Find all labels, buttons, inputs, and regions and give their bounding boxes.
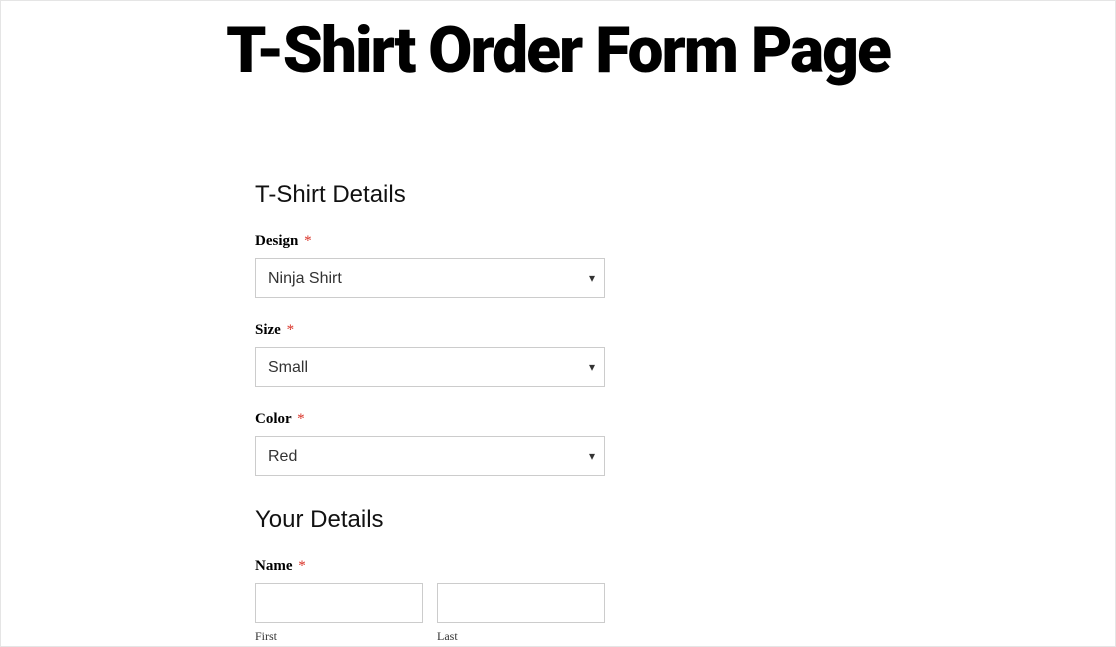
required-asterisk: * — [287, 322, 295, 338]
design-field-group: Design * Ninja Shirt ▾ — [255, 233, 605, 298]
name-field-group: Name * First Last — [255, 558, 605, 644]
size-label-text: Size — [255, 322, 281, 338]
your-details-heading: Your Details — [255, 506, 605, 534]
size-field-group: Size * Small ▾ — [255, 322, 605, 387]
last-name-sublabel: Last — [437, 629, 605, 644]
first-name-col: First — [255, 583, 423, 644]
name-label-text: Name — [255, 558, 293, 574]
first-name-input[interactable] — [255, 583, 423, 623]
required-asterisk: * — [304, 233, 312, 249]
required-asterisk: * — [297, 411, 305, 427]
size-select-wrapper: Small ▾ — [255, 347, 605, 387]
design-label-text: Design — [255, 233, 298, 249]
first-name-sublabel: First — [255, 629, 423, 644]
order-form: T-Shirt Details Design * Ninja Shirt ▾ S… — [255, 181, 605, 644]
name-row: First Last — [255, 583, 605, 644]
last-name-col: Last — [437, 583, 605, 644]
page-title: T-Shirt Order Form Page — [1, 1, 1115, 86]
color-select[interactable]: Red — [255, 436, 605, 476]
color-select-wrapper: Red ▾ — [255, 436, 605, 476]
color-field-group: Color * Red ▾ — [255, 411, 605, 476]
design-select[interactable]: Ninja Shirt — [255, 258, 605, 298]
tshirt-details-heading: T-Shirt Details — [255, 181, 605, 209]
size-label: Size * — [255, 322, 605, 339]
size-select[interactable]: Small — [255, 347, 605, 387]
last-name-input[interactable] — [437, 583, 605, 623]
design-select-wrapper: Ninja Shirt ▾ — [255, 258, 605, 298]
design-label: Design * — [255, 233, 605, 250]
color-label: Color * — [255, 411, 605, 428]
required-asterisk: * — [298, 558, 306, 574]
color-label-text: Color — [255, 411, 291, 427]
name-label: Name * — [255, 558, 605, 575]
